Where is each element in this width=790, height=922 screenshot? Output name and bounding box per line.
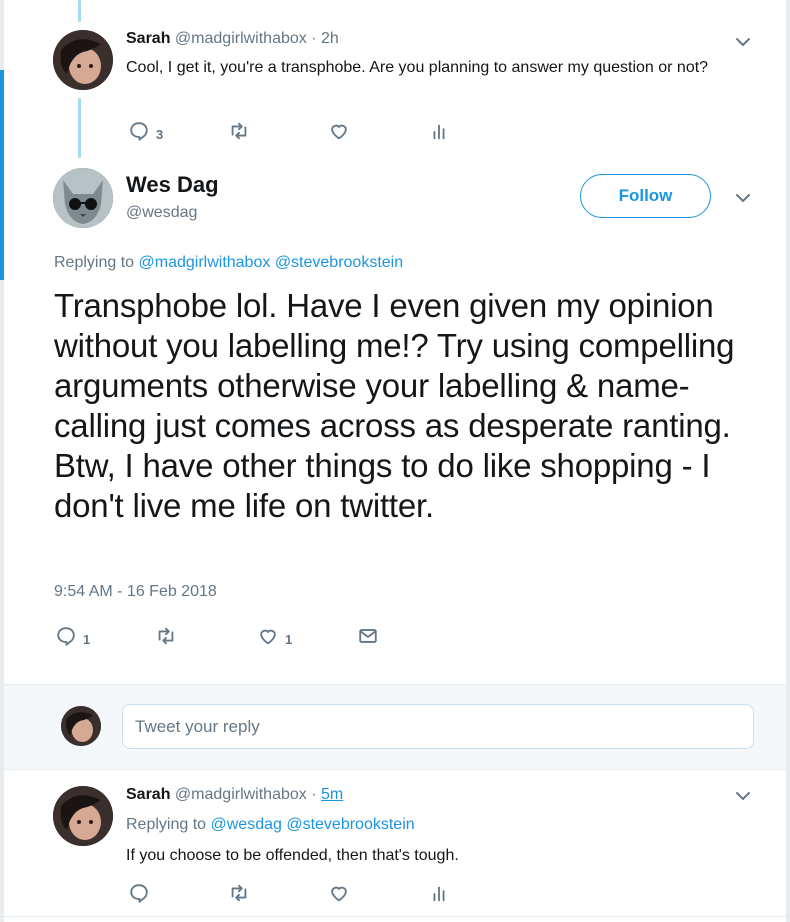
chevron-down-icon[interactable] <box>733 786 753 806</box>
retweet-icon <box>158 627 174 644</box>
author-handle[interactable]: @madgirlwithabox <box>175 30 307 47</box>
author-name[interactable]: Sarah <box>126 786 170 803</box>
mention-link[interactable]: @wesdag <box>211 816 282 833</box>
reply-button[interactable] <box>128 882 228 904</box>
heart-icon <box>260 629 276 644</box>
heart-icon <box>331 886 347 902</box>
like-count: 1 <box>285 632 293 647</box>
mention-link[interactable]: @madgirlwithabox <box>139 254 271 271</box>
author-name[interactable]: Sarah <box>126 30 170 47</box>
retweet-icon <box>231 884 247 902</box>
tweet-time[interactable]: 2h <box>321 30 339 47</box>
chevron-down-icon[interactable] <box>733 32 753 52</box>
analytics-button[interactable] <box>428 882 468 904</box>
window-right-edge <box>786 0 790 922</box>
window-left-edge <box>0 0 4 922</box>
tweet-top-actions: 3 <box>128 119 468 142</box>
author-handle[interactable]: @madgirlwithabox <box>175 786 307 803</box>
chevron-down-icon[interactable] <box>733 188 753 208</box>
replying-to-line: Replying to @wesdag @stevebrookstein <box>126 816 415 834</box>
window-accent-strip <box>0 70 4 280</box>
reply-icon <box>130 121 148 141</box>
author-handle[interactable]: @wesdag <box>126 204 197 222</box>
like-button[interactable] <box>328 120 428 142</box>
tweet-bottom-header: Sarah @madgirlwithabox · 5m <box>126 786 343 804</box>
separator-dot: · <box>311 30 317 47</box>
bottom-divider <box>4 916 786 917</box>
reply-count: 3 <box>156 127 164 142</box>
envelope-icon <box>359 628 377 643</box>
reply-count: 1 <box>83 632 91 647</box>
separator-dot: · <box>311 786 317 803</box>
retweet-button[interactable] <box>155 625 257 647</box>
replying-to-label: Replying to <box>54 254 135 271</box>
thread-line-mid <box>78 98 81 158</box>
main-tweet-actions: 1 1 <box>55 624 397 647</box>
follow-button[interactable]: Follow <box>580 174 711 218</box>
tweet-bottom-actions <box>128 882 468 904</box>
replying-to-line: Replying to @madgirlwithabox @stevebrook… <box>54 254 403 272</box>
thread-line-top <box>78 0 81 22</box>
retweet-icon <box>231 122 247 139</box>
retweet-button[interactable] <box>228 120 328 142</box>
mention-link[interactable]: @stevebrookstein <box>286 816 414 833</box>
reply-button[interactable]: 3 <box>128 119 228 142</box>
heart-icon <box>331 124 347 139</box>
tweet-top-header: Sarah @madgirlwithabox · 2h <box>126 30 339 48</box>
tweet-top-text: Cool, I get it, you're a transphobe. Are… <box>126 59 709 76</box>
like-button[interactable]: 1 <box>257 624 357 647</box>
tweet-reply-input[interactable]: Tweet your reply <box>122 704 754 749</box>
avatar-sarah[interactable] <box>53 30 113 90</box>
mention-link[interactable]: @stevebrookstein <box>275 254 403 271</box>
direct-message-button[interactable] <box>357 625 397 647</box>
author-name[interactable]: Wes Dag <box>126 172 219 198</box>
avatar-sarah[interactable] <box>53 786 113 846</box>
analytics-button[interactable] <box>428 120 468 142</box>
analytics-icon <box>433 124 445 139</box>
like-button[interactable] <box>328 882 428 904</box>
tweet-time[interactable]: 5m <box>321 786 343 803</box>
reply-button[interactable]: 1 <box>55 624 155 647</box>
tweet-timestamp[interactable]: 9:54 AM - 16 Feb 2018 <box>54 583 217 601</box>
reply-icon <box>130 884 148 903</box>
avatar-wes-dag[interactable] <box>53 168 113 228</box>
analytics-icon <box>433 886 445 902</box>
avatar-current-user <box>61 706 101 746</box>
replying-to-label: Replying to <box>126 816 207 833</box>
retweet-button[interactable] <box>228 882 328 904</box>
tweet-bottom-text: If you choose to be offended, then that'… <box>126 847 459 864</box>
reply-icon <box>57 626 75 646</box>
main-tweet-text: Transphobe lol. Have I even given my opi… <box>54 287 735 524</box>
